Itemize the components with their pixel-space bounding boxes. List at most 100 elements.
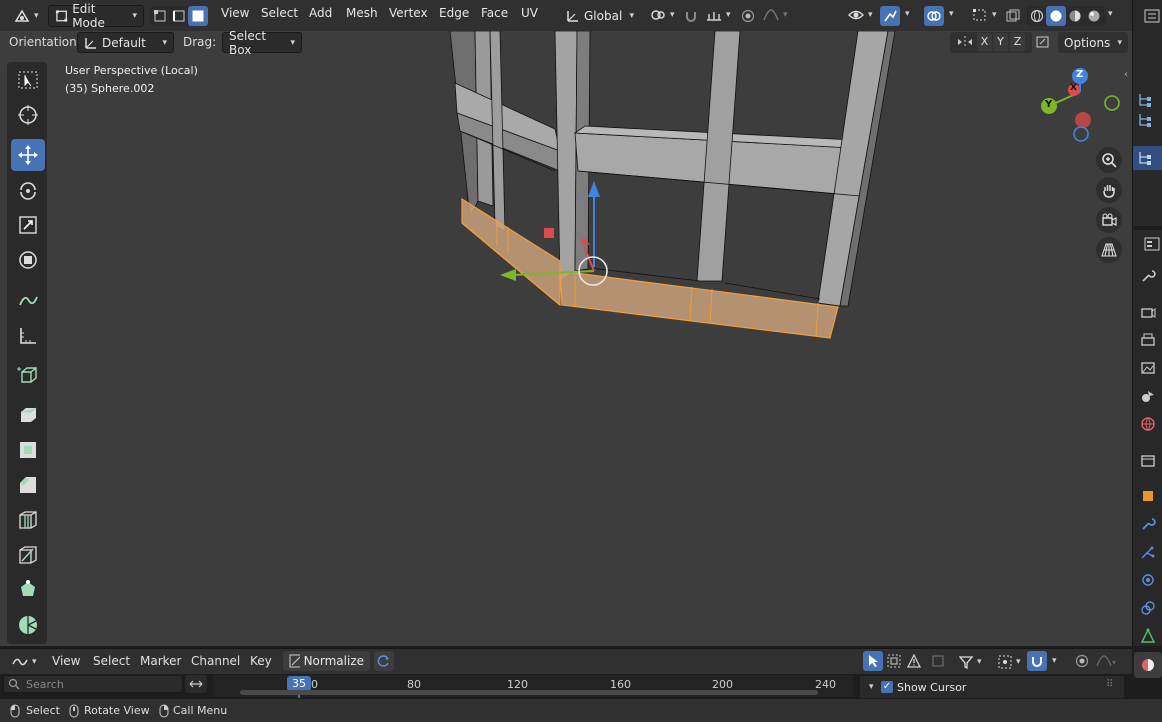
edge-select-mode-button[interactable] [169,6,189,26]
snap-toggle-timeline[interactable] [1027,651,1047,671]
box-select-button[interactable] [884,651,904,671]
object-data-mesh-icon[interactable] [1140,628,1156,644]
orientation-dropdown[interactable]: Default ▾ [77,32,174,53]
wireframe-shading-button[interactable] [1027,6,1047,26]
tool-scale[interactable] [11,209,45,241]
tool-rotate[interactable] [11,174,45,206]
timeline-menu-key[interactable]: Key [250,654,272,668]
proportional-falloff-dropdown[interactable]: ▾ [757,5,794,25]
tool-knife[interactable] [11,539,45,571]
properties-editor-icon[interactable] [1144,236,1162,252]
tool-bevel[interactable] [11,469,45,501]
outliner-editor-icon[interactable] [1144,8,1162,24]
menu-edge[interactable]: Edge [439,6,469,20]
material-shading-button[interactable] [1065,6,1085,26]
snap-target-dropdown[interactable]: ▾ [700,5,737,25]
menu-select[interactable]: Select [261,6,298,20]
object-visibility-dropdown[interactable]: ▾ [842,5,879,25]
gizmo-toggle[interactable] [880,6,900,26]
tool-loop-cut[interactable] [11,504,45,536]
mode-dropdown[interactable]: Edit Mode ▾ [48,2,144,30]
drag-dropdown[interactable]: Select Box ▾ [222,29,302,57]
world-globe-icon[interactable] [1140,416,1156,432]
tool-select-box[interactable] [11,64,45,96]
view-layer-image-icon[interactable] [1140,360,1156,376]
proportional-toggle-timeline[interactable] [1072,651,1092,671]
viewport-3d[interactable] [0,31,1132,646]
xray-toggle[interactable] [1003,6,1023,26]
constraints-icon[interactable] [1140,600,1156,616]
search-field[interactable]: Search [3,675,183,693]
swap-direction-button[interactable] [185,675,207,693]
outliner-hierarchy-icon[interactable] [1137,92,1153,108]
modifier-wrench-icon[interactable] [1140,516,1156,532]
auto-merge-icon[interactable] [1035,35,1051,49]
menu-mesh[interactable]: Mesh [346,6,378,20]
drag-handle-icon[interactable]: ⠿ [1106,679,1113,690]
tool-inset-faces[interactable] [11,434,45,466]
particles-icon[interactable] [1140,544,1156,560]
menu-uv[interactable]: UV [521,6,538,20]
physics-orbit-icon[interactable] [1140,572,1156,588]
chevron-down-icon[interactable]: ▾ [1108,9,1113,19]
chevron-down-icon[interactable]: ▾ [869,682,874,692]
mirror-z-button[interactable]: Z [1010,33,1025,51]
tool-annotate[interactable] [11,284,45,316]
timeline-menu-channel[interactable]: Channel [191,654,240,668]
timeline-editor-type-button[interactable]: ▾ [6,652,43,672]
timeline-scrollbar[interactable] [240,690,818,695]
output-printer-icon[interactable] [1140,332,1156,348]
tool-move[interactable] [11,139,45,171]
rendered-shading-button[interactable] [1084,6,1104,26]
filter-dropdown[interactable]: ▾ [953,652,988,672]
falloff-curve-icon[interactable]: ▾ [1096,654,1116,668]
object-square-icon[interactable] [1140,488,1156,504]
options-dropdown[interactable]: Options ▾ [1058,32,1128,53]
current-frame-badge[interactable]: 35 [287,676,311,691]
auto-normalize-toggle[interactable] [374,651,394,671]
pan-button[interactable] [1096,177,1122,203]
menu-add[interactable]: Add [309,6,332,20]
tool-wrench-icon[interactable] [1140,268,1156,284]
mirror-x-button[interactable]: X [977,33,992,51]
mirror-y-button[interactable]: Y [993,33,1008,51]
proportional-edit-toggle[interactable] [738,6,758,26]
navigation-gizmo[interactable]: Z Y X [1035,64,1125,144]
timeline-menu-select[interactable]: Select [93,654,130,668]
perspective-toggle-button[interactable] [1096,237,1122,263]
tool-spin[interactable] [11,609,45,641]
face-select-mode-button[interactable] [188,6,208,26]
chevron-down-icon[interactable]: ▾ [905,9,910,19]
mesh-edit-overlays-dropdown[interactable]: ▾ [966,5,1003,25]
collapse-arrow-icon[interactable]: ‹ [1124,69,1128,80]
menu-vertex[interactable]: Vertex [389,6,428,20]
tool-cursor[interactable] [11,99,45,131]
select-mode-button[interactable] [863,651,883,671]
normalize-toggle[interactable]: Normalize [283,651,370,671]
tool-extrude-region[interactable] [11,399,45,431]
scene-icon[interactable] [1140,388,1156,404]
camera-view-button[interactable] [1096,207,1122,233]
timeline-menu-view[interactable]: View [52,654,80,668]
pivot-dropdown[interactable]: ▾ [992,652,1027,672]
timeline-menu-marker[interactable]: Marker [140,654,181,668]
chevron-down-icon[interactable]: ▾ [949,9,954,19]
only-show-errors-button[interactable] [929,651,947,671]
transform-orientation-dropdown[interactable]: Global ▾ [560,5,640,27]
vertex-select-mode-button[interactable] [150,6,170,26]
solid-shading-button[interactable] [1046,6,1066,26]
chevron-down-icon[interactable]: ▾ [1052,656,1057,666]
tool-poly-build[interactable] [11,574,45,606]
warning-button[interactable] [904,651,924,671]
zoom-button[interactable] [1096,147,1122,173]
tool-add-cube[interactable] [11,359,45,391]
tool-measure[interactable] [11,319,45,351]
collection-box-icon[interactable] [1140,452,1156,468]
menu-face[interactable]: Face [481,6,508,20]
show-cursor-checkbox[interactable]: ✓ [881,681,893,693]
outliner-hierarchy-icon[interactable] [1137,112,1153,128]
tool-transform[interactable] [11,244,45,276]
menu-view[interactable]: View [221,6,249,20]
pivot-point-dropdown[interactable]: ▾ [644,5,681,25]
editor-type-button[interactable]: ▾ [8,6,45,26]
